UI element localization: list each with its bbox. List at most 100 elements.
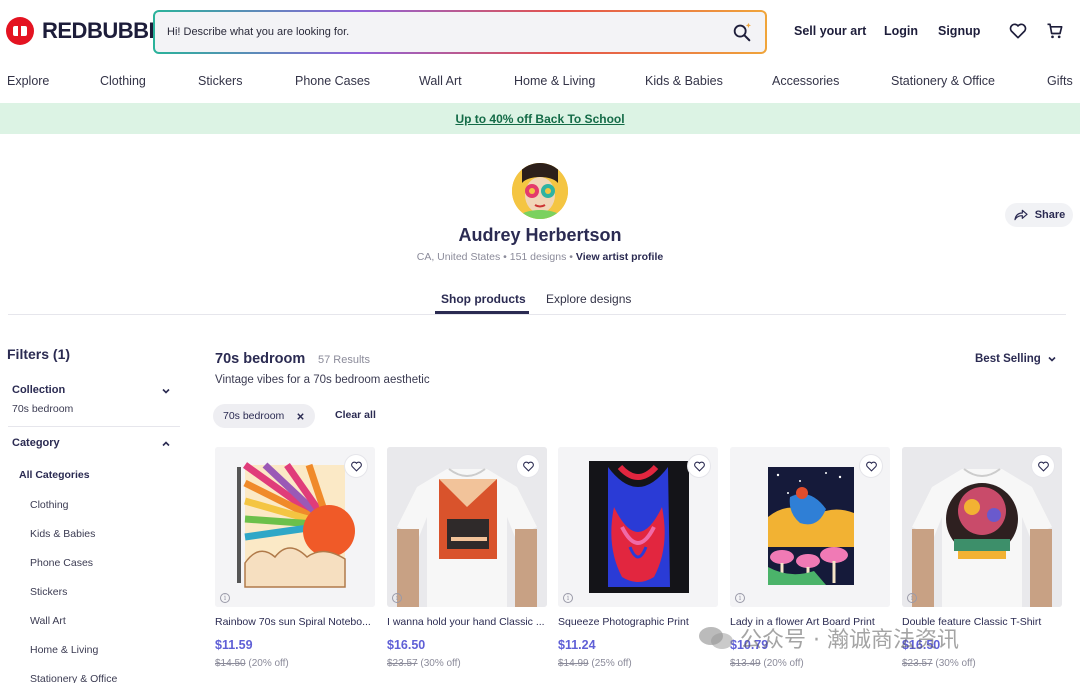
collection-title: 70s bedroom <box>215 351 306 367</box>
site-header: REDBUBBLE Sell your art Login Signup <box>0 0 1080 64</box>
discount: (30% off) <box>935 658 976 669</box>
nav-item-home-living[interactable]: Home & Living <box>514 74 595 88</box>
promo-link[interactable]: Up to 40% off Back To School <box>455 112 624 126</box>
nav-item-stationery-office[interactable]: Stationery & Office <box>891 74 995 88</box>
collection-description: Vintage vibes for a 70s bedroom aestheti… <box>215 374 430 386</box>
nav-item-kids-babies[interactable]: Kids & Babies <box>645 74 723 88</box>
results-count: 57 Results <box>318 354 370 366</box>
product-price: $11.59 <box>215 638 253 652</box>
cart-icon[interactable] <box>1045 21 1065 41</box>
nav-item-wall-art[interactable]: Wall Art <box>419 74 462 88</box>
heart-icon[interactable] <box>688 455 710 477</box>
artist-meta: CA, United States • 151 designs • View a… <box>0 251 1080 263</box>
category-kids-babies[interactable]: Kids & Babies <box>30 528 95 540</box>
discount: (20% off) <box>248 658 289 669</box>
category-stickers[interactable]: Stickers <box>30 586 67 598</box>
sort-dropdown[interactable]: Best Selling <box>975 353 1057 365</box>
artist-location: CA, United States <box>416 251 501 263</box>
info-icon[interactable]: i <box>392 593 402 603</box>
product-price: $11.24 <box>558 638 596 652</box>
product-original-price: $14.50 (20% off) <box>215 658 289 669</box>
tab-shop-products[interactable]: Shop products <box>441 292 526 306</box>
search-bar <box>153 10 767 54</box>
product-original-price: $23.57 (30% off) <box>902 658 976 669</box>
nav-item-explore[interactable]: Explore <box>7 74 49 88</box>
discount: (20% off) <box>763 658 804 669</box>
product-card[interactable]: i I wanna hold your hand Classic ... $16… <box>387 447 547 683</box>
collection-filter-value: 70s bedroom <box>12 403 74 415</box>
product-price: $16.50 <box>387 638 426 652</box>
original-price: $14.50 <box>215 658 246 669</box>
product-title[interactable]: Rainbow 70s sun Spiral Notebo... <box>215 616 375 628</box>
product-card[interactable]: i Squeeze Photographic Print $11.24 $14.… <box>558 447 718 683</box>
promo-banner: Up to 40% off Back To School <box>0 103 1080 134</box>
original-price: $23.57 <box>902 658 933 669</box>
product-title[interactable]: Squeeze Photographic Print <box>558 616 718 628</box>
category-wall-art[interactable]: Wall Art <box>30 615 66 627</box>
chevron-up-icon[interactable] <box>161 439 171 449</box>
category-all[interactable]: All Categories <box>19 469 90 481</box>
sort-label: Best Selling <box>975 353 1041 365</box>
watermark: 公众号 · 瀚诚商法资讯 <box>698 622 959 654</box>
info-icon[interactable]: i <box>907 593 917 603</box>
avatar[interactable] <box>512 163 568 219</box>
wechat-icon <box>699 627 733 649</box>
share-label: Share <box>1034 209 1066 221</box>
login-link[interactable]: Login <box>884 24 918 38</box>
artist-name: Audrey Herbertson <box>458 225 622 245</box>
heart-icon[interactable] <box>1032 455 1054 477</box>
collection-filter-label[interactable]: Collection <box>12 384 65 396</box>
heart-icon[interactable] <box>1008 21 1028 41</box>
product-original-price: $23.57 (30% off) <box>387 658 461 669</box>
signup-link[interactable]: Signup <box>938 24 980 38</box>
category-filter-label[interactable]: Category <box>12 437 60 449</box>
sell-your-art-link[interactable]: Sell your art <box>794 24 866 38</box>
artist-design-count: 151 designs <box>509 251 567 263</box>
product-original-price: $13.49 (20% off) <box>730 658 804 669</box>
nav-item-stickers[interactable]: Stickers <box>198 74 242 88</box>
category-home-living[interactable]: Home & Living <box>30 644 98 656</box>
chevron-down-icon[interactable] <box>161 386 171 396</box>
category-phone-cases[interactable]: Phone Cases <box>30 557 93 569</box>
filter-chip[interactable]: 70s bedroom <box>213 404 316 428</box>
share-icon <box>1014 209 1028 221</box>
divider <box>8 426 180 427</box>
view-artist-profile-link[interactable]: View artist profile <box>576 251 663 263</box>
search-icon[interactable] <box>731 21 753 43</box>
search-input[interactable] <box>167 26 731 38</box>
nav-item-phone-cases[interactable]: Phone Cases <box>295 74 370 88</box>
product-original-price: $14.99 (25% off) <box>558 658 632 669</box>
heart-icon[interactable] <box>517 455 539 477</box>
nav-item-accessories[interactable]: Accessories <box>772 74 839 88</box>
category-nav: Explore Clothing Stickers Phone Cases Wa… <box>0 74 1080 94</box>
nav-item-clothing[interactable]: Clothing <box>100 74 146 88</box>
close-icon[interactable] <box>296 412 305 421</box>
category-stationery-office[interactable]: Stationery & Office <box>30 673 117 683</box>
info-icon[interactable]: i <box>220 593 230 603</box>
nav-item-gifts[interactable]: Gifts <box>1047 74 1073 88</box>
filter-chip-label: 70s bedroom <box>223 410 285 422</box>
original-price: $13.49 <box>730 658 761 669</box>
meta-separator: • <box>569 251 576 263</box>
redbubble-logo-icon <box>6 17 34 45</box>
info-icon[interactable]: i <box>735 593 745 603</box>
share-button[interactable]: Share <box>1005 203 1073 227</box>
redbubble-logo[interactable]: REDBUBBLE <box>6 17 176 45</box>
original-price: $14.99 <box>558 658 589 669</box>
discount: (25% off) <box>591 658 632 669</box>
discount: (30% off) <box>420 658 461 669</box>
clear-all-button[interactable]: Clear all <box>335 409 376 421</box>
watermark-text: 公众号 · 瀚诚商法资讯 <box>740 628 959 653</box>
heart-icon[interactable] <box>345 455 367 477</box>
original-price: $23.57 <box>387 658 418 669</box>
category-clothing[interactable]: Clothing <box>30 499 69 511</box>
filters-title: Filters (1) <box>7 346 71 362</box>
heart-icon[interactable] <box>860 455 882 477</box>
divider <box>8 314 1066 315</box>
tab-explore-designs[interactable]: Explore designs <box>546 292 631 306</box>
chevron-down-icon <box>1048 356 1056 362</box>
product-card[interactable]: i Rainbow 70s sun Spiral Notebo... $11.5… <box>215 447 375 683</box>
info-icon[interactable]: i <box>563 593 573 603</box>
meta-separator: • <box>503 251 510 263</box>
product-title[interactable]: I wanna hold your hand Classic ... <box>387 616 547 628</box>
